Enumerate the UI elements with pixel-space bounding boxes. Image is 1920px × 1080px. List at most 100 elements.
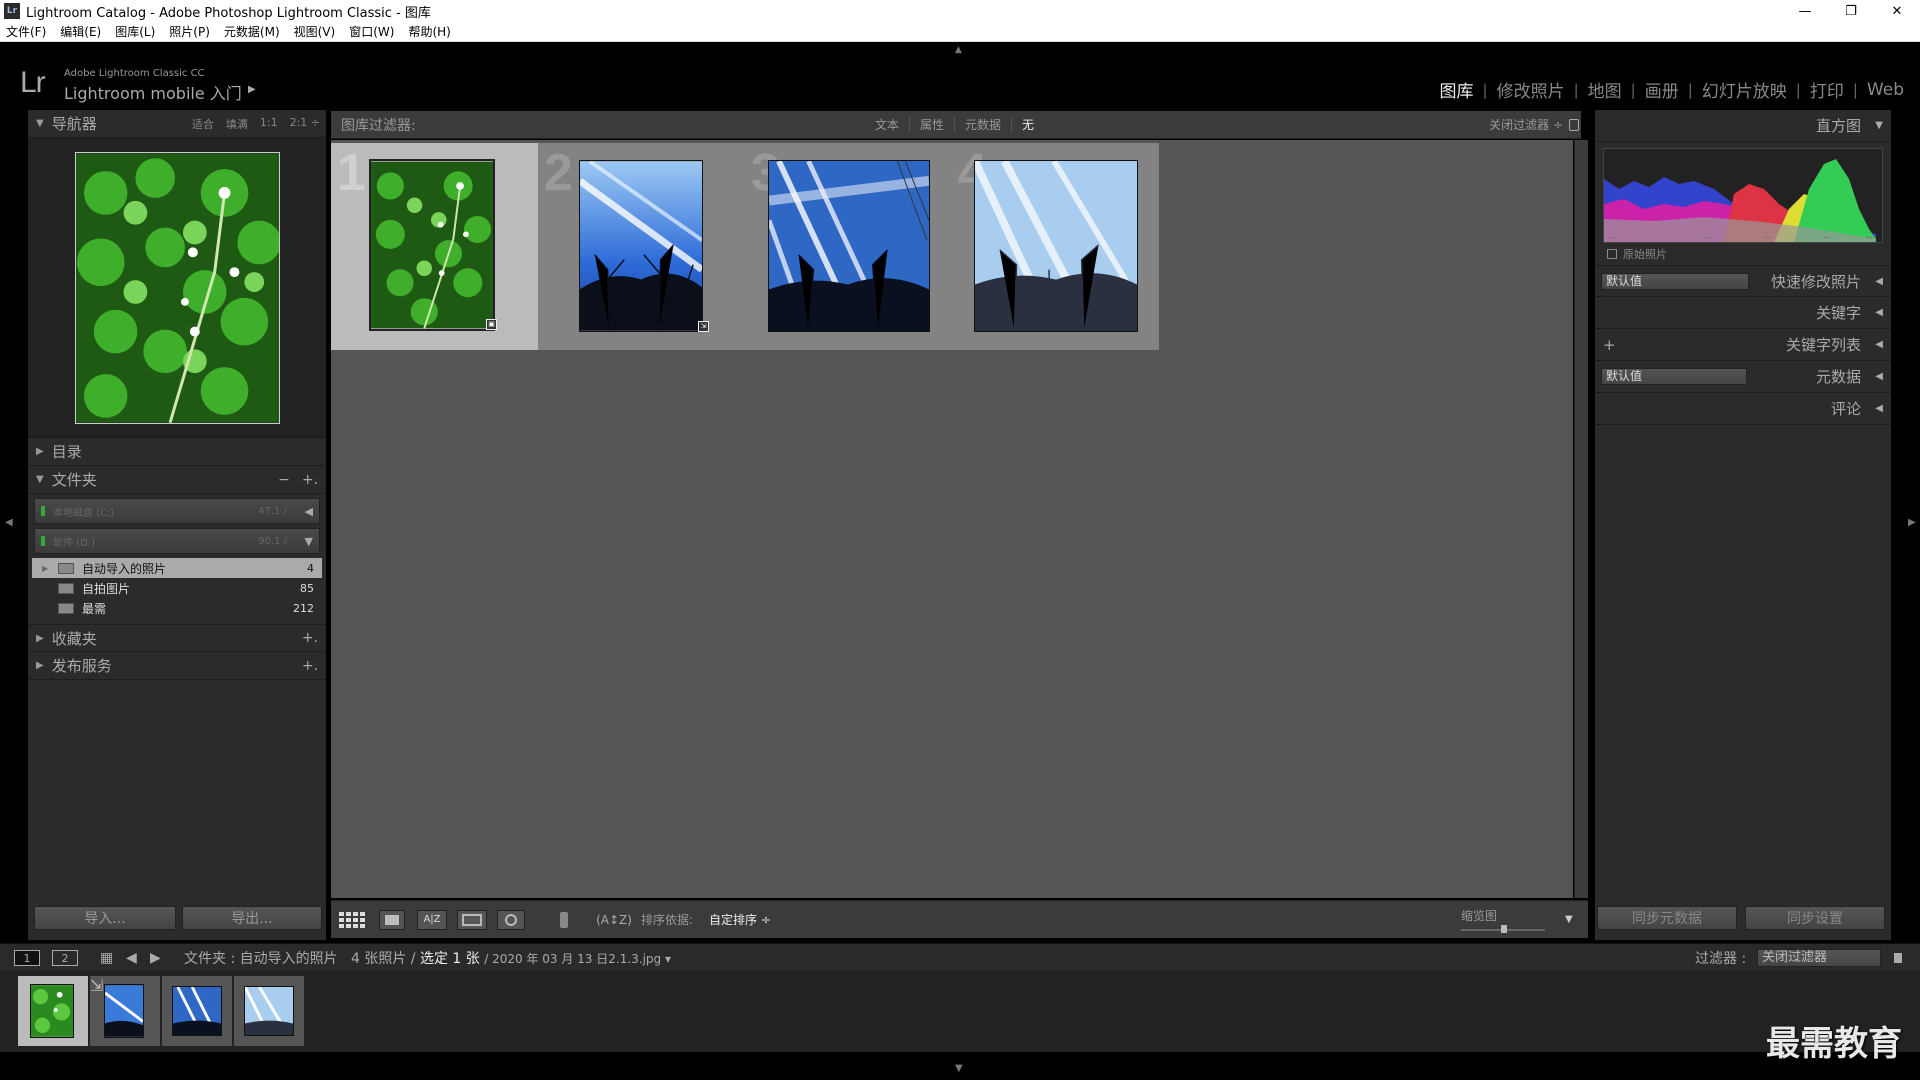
- add-publish-button[interactable]: +.: [302, 658, 318, 674]
- filmstrip-source[interactable]: 文件夹 : 自动导入的照片 4 张照片 / 选定 1 张 / 2020 年 03…: [184, 948, 671, 968]
- navigator-header[interactable]: ▼ 导航器 适合 填满 1:1 2:1 ÷: [28, 110, 326, 138]
- nav-fill[interactable]: 填满: [226, 116, 248, 132]
- photo-thumbnail[interactable]: [768, 160, 930, 332]
- grid-mode-icon[interactable]: ▦: [100, 950, 113, 966]
- close-button[interactable]: ✕: [1874, 0, 1920, 22]
- sync-metadata-button[interactable]: 同步元数据: [1597, 906, 1737, 930]
- filter-none[interactable]: 无: [1012, 116, 1044, 133]
- volume-d[interactable]: 软件 (D:) 90.1 / ▼: [34, 528, 320, 554]
- right-panel-toggle-icon[interactable]: ▶: [1908, 517, 1916, 528]
- folder-item[interactable]: 自拍图片 85: [32, 578, 322, 598]
- filter-label: 过滤器 :: [1695, 950, 1747, 967]
- menu-help[interactable]: 帮助(H): [408, 23, 450, 40]
- publish-header[interactable]: ▶ 发布服务 +.: [28, 652, 326, 680]
- photo-thumbnail[interactable]: [974, 160, 1138, 332]
- filter-attribute[interactable]: 属性: [910, 116, 956, 133]
- export-button[interactable]: 导出...: [182, 906, 322, 930]
- keyword-list-header[interactable]: + 关键字列表 ◀: [1595, 329, 1891, 361]
- sort-dropdown[interactable]: 自定排序 ÷: [709, 911, 771, 928]
- metadata-header[interactable]: 默认值 元数据 ◀: [1595, 361, 1891, 393]
- folder-item[interactable]: ▶ 自动导入的照片 4: [32, 558, 322, 578]
- filmstrip-filter-select[interactable]: 关闭过滤器: [1757, 949, 1881, 967]
- add-keyword-button[interactable]: +: [1603, 336, 1616, 354]
- menu-view[interactable]: 视图(V): [294, 23, 336, 40]
- survey-view-button[interactable]: [457, 909, 487, 930]
- play-arrow-icon[interactable]: ▶: [248, 84, 256, 95]
- volume-c[interactable]: 本地磁盘 (C:) 47.1 / ◀: [34, 498, 320, 524]
- filter-text[interactable]: 文本: [865, 116, 911, 133]
- module-develop[interactable]: 修改照片: [1493, 77, 1569, 102]
- photo-thumbnail[interactable]: [369, 159, 495, 331]
- mobile-intro-link[interactable]: Lightroom mobile 入门: [64, 80, 242, 104]
- menu-metadata[interactable]: 元数据(M): [224, 23, 280, 40]
- menu-file[interactable]: 文件(F): [6, 23, 46, 40]
- module-book[interactable]: 画册: [1641, 77, 1683, 102]
- filmstrip-thumb[interactable]: [162, 976, 232, 1046]
- minimize-button[interactable]: —: [1782, 0, 1828, 22]
- forward-arrow-icon[interactable]: ▶: [150, 950, 161, 966]
- volume-arrow-icon[interactable]: ▼: [305, 535, 313, 548]
- catalog-header[interactable]: ▶ 目录: [28, 438, 326, 466]
- folder-item[interactable]: 最需 212: [32, 598, 322, 618]
- menu-photo[interactable]: 照片(P): [169, 23, 210, 40]
- quick-develop-header[interactable]: 默认值 快速修改照片 ◀: [1595, 265, 1891, 297]
- add-folder-button[interactable]: +.: [302, 472, 318, 488]
- metadata-preset-select[interactable]: 默认值: [1601, 368, 1747, 385]
- restore-button[interactable]: ❐: [1828, 0, 1874, 22]
- filmstrip-thumb[interactable]: ▣: [18, 976, 88, 1046]
- menu-edit[interactable]: 编辑(E): [60, 23, 101, 40]
- window-2-button[interactable]: 2: [52, 950, 78, 966]
- back-arrow-icon[interactable]: ◀: [126, 950, 137, 966]
- nav-1to1[interactable]: 1:1: [260, 116, 278, 132]
- histogram-header[interactable]: 直方图 ▼: [1595, 110, 1891, 142]
- toolbar-menu-chevron-icon[interactable]: ▼: [1565, 914, 1573, 925]
- quick-develop-preset-select[interactable]: 默认值: [1601, 272, 1749, 290]
- spray-can-button[interactable]: [557, 909, 571, 930]
- import-button[interactable]: 导入...: [34, 906, 176, 930]
- keywording-header[interactable]: 关键字 ◀: [1595, 297, 1891, 329]
- filter-lock-icon[interactable]: [1894, 953, 1902, 963]
- loupe-view-button[interactable]: [379, 909, 405, 930]
- grid-scrollbar[interactable]: [1574, 140, 1588, 898]
- photo-thumbnail[interactable]: [579, 160, 703, 332]
- grid-cell[interactable]: 2 ⇲: [538, 143, 745, 350]
- volume-arrow-icon[interactable]: ◀: [305, 505, 313, 518]
- module-web[interactable]: Web: [1863, 80, 1908, 100]
- filmstrip-thumb[interactable]: [234, 976, 304, 1046]
- top-panel-toggle-icon[interactable]: ▲: [955, 45, 962, 55]
- menu-window[interactable]: 窗口(W): [349, 23, 394, 40]
- catalog-title: 目录: [51, 443, 82, 461]
- add-collection-button[interactable]: +.: [302, 630, 318, 646]
- comments-header[interactable]: 评论 ◀: [1595, 393, 1891, 425]
- module-map[interactable]: 地图: [1584, 77, 1626, 102]
- grid-cell[interactable]: 4: [952, 143, 1159, 350]
- module-library[interactable]: 图库: [1436, 77, 1478, 102]
- collections-header[interactable]: ▶ 收藏夹 +.: [28, 624, 326, 652]
- expand-triangle-icon[interactable]: ▶: [42, 564, 58, 573]
- survey-icon: [462, 913, 482, 926]
- window-1-button[interactable]: 1: [14, 950, 40, 966]
- nav-fit[interactable]: 适合: [192, 116, 214, 132]
- filter-metadata[interactable]: 元数据: [955, 116, 1013, 133]
- folders-header[interactable]: ▼ 文件夹 − +.: [28, 466, 326, 494]
- original-photo-toggle[interactable]: 原始照片: [1595, 243, 1891, 265]
- nav-2to1[interactable]: 2:1 ÷: [290, 116, 320, 132]
- thumbnail-slider-knob[interactable]: [1501, 925, 1507, 933]
- module-print[interactable]: 打印: [1806, 77, 1848, 102]
- remove-folder-button[interactable]: −: [278, 472, 290, 488]
- bottom-panel-toggle-icon[interactable]: ▼: [955, 1063, 963, 1074]
- left-panel-toggle-icon[interactable]: ◀: [5, 517, 13, 528]
- sort-direction-button[interactable]: (A↕Z): [596, 909, 632, 930]
- lock-icon[interactable]: [1569, 118, 1579, 131]
- checkbox[interactable]: [1607, 249, 1617, 259]
- compare-view-button[interactable]: A|Z: [417, 909, 447, 930]
- module-slideshow[interactable]: 幻灯片放映: [1698, 77, 1791, 102]
- grid-view-button[interactable]: [337, 909, 367, 930]
- sync-settings-button[interactable]: 同步设置: [1745, 906, 1885, 930]
- menu-library[interactable]: 图库(L): [115, 23, 155, 40]
- grid-cell[interactable]: 3: [745, 143, 952, 350]
- grid-cell[interactable]: 1 ▣: [331, 143, 538, 350]
- filter-preset-dropdown[interactable]: 关闭过滤器 ÷: [1489, 116, 1563, 133]
- filmstrip-thumb[interactable]: ⇲: [90, 976, 160, 1046]
- people-view-button[interactable]: [497, 909, 525, 930]
